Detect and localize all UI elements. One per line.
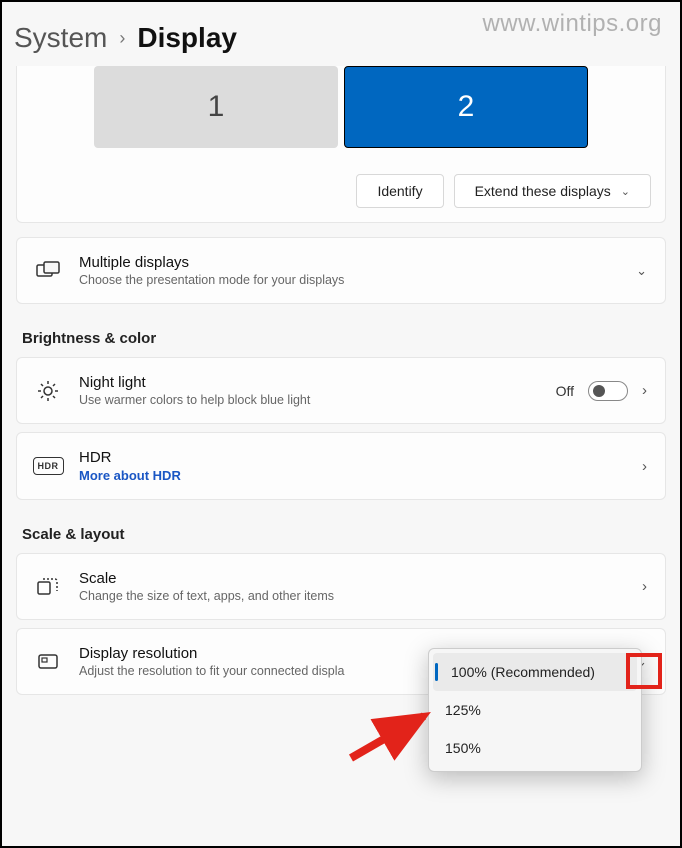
- hdr-icon: HDR: [35, 453, 61, 479]
- scale-icon: [35, 574, 61, 600]
- multiple-displays-sub: Choose the presentation mode for your di…: [79, 273, 618, 287]
- multiple-displays-title: Multiple displays: [79, 254, 618, 271]
- identify-button[interactable]: Identify: [356, 174, 443, 208]
- scale-option-150[interactable]: 150%: [429, 729, 641, 767]
- extend-label: Extend these displays: [475, 183, 611, 199]
- scale-title: Scale: [79, 570, 426, 587]
- chevron-right-icon[interactable]: ›: [642, 578, 647, 595]
- chevron-down-icon: ⌄: [621, 185, 630, 198]
- extend-displays-dropdown[interactable]: Extend these displays ⌄: [454, 174, 651, 208]
- multiple-displays-icon: [35, 258, 61, 284]
- breadcrumb-system[interactable]: System: [14, 22, 107, 54]
- scale-dropdown: 100% (Recommended) 125% 150%: [428, 648, 642, 772]
- scale-option-100[interactable]: 100% (Recommended): [433, 653, 637, 691]
- resolution-icon: [35, 649, 61, 675]
- identify-label: Identify: [377, 183, 422, 199]
- hdr-title: HDR: [79, 449, 624, 466]
- scale-section-title: Scale & layout: [8, 508, 674, 553]
- scale-sub: Change the size of text, apps, and other…: [79, 589, 426, 603]
- night-light-row[interactable]: Night light Use warmer colors to help bl…: [16, 357, 666, 424]
- breadcrumb-display: Display: [137, 22, 237, 54]
- scale-option-125[interactable]: 125%: [429, 691, 641, 729]
- breadcrumb: System › Display: [8, 8, 674, 74]
- multiple-displays-row[interactable]: Multiple displays Choose the presentatio…: [16, 237, 666, 304]
- chevron-right-icon: ›: [119, 28, 125, 49]
- chevron-right-icon[interactable]: ›: [642, 458, 647, 475]
- monitor-1[interactable]: 1: [94, 66, 338, 148]
- chevron-down-icon: ⌄: [636, 263, 647, 279]
- night-light-sub: Use warmer colors to help block blue lig…: [79, 393, 538, 407]
- annotation-arrow-icon: [346, 706, 436, 766]
- night-light-title: Night light: [79, 374, 538, 391]
- monitor-2[interactable]: 2: [344, 66, 588, 148]
- hdr-more-link[interactable]: More about HDR: [79, 468, 624, 483]
- display-arrangement-panel: 1 2 Identify Extend these displays ⌄: [16, 66, 666, 223]
- chevron-right-icon[interactable]: ›: [642, 382, 647, 399]
- night-light-state: Off: [556, 383, 574, 399]
- night-light-toggle[interactable]: [588, 381, 628, 401]
- scale-row[interactable]: Scale Change the size of text, apps, and…: [16, 553, 666, 620]
- brightness-section-title: Brightness & color: [8, 312, 674, 357]
- night-light-icon: [35, 378, 61, 404]
- hdr-row[interactable]: HDR HDR More about HDR ›: [16, 432, 666, 500]
